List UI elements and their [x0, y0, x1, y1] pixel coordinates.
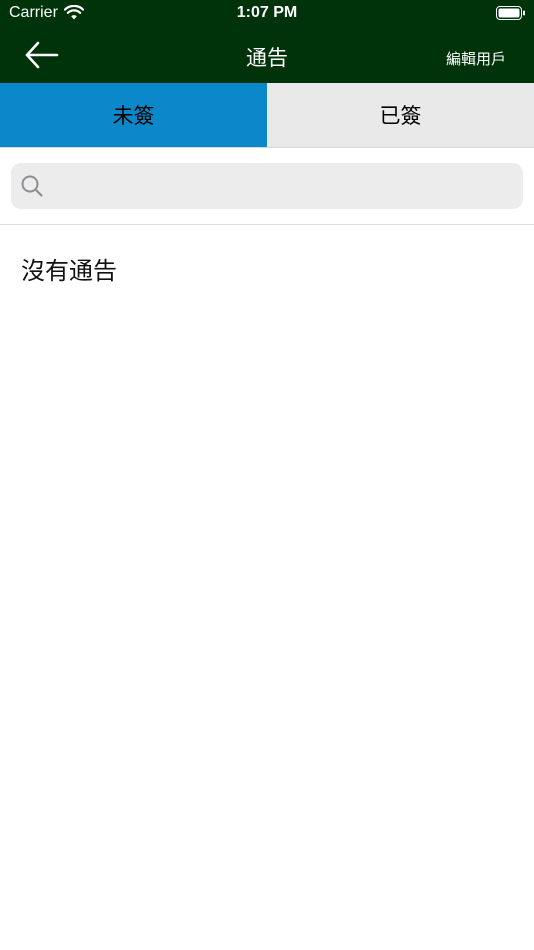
status-bar: Carrier 1:07 PM: [0, 0, 534, 28]
navigation-bar: 通告 編輯用戶: [0, 28, 534, 83]
empty-state-message: 沒有通告: [21, 258, 117, 285]
battery-icon: [496, 6, 525, 20]
search-bar[interactable]: [11, 163, 523, 211]
search-icon: [21, 175, 43, 197]
segment-tabs: 未簽 已簽: [0, 83, 534, 147]
divider: [0, 224, 534, 225]
tab-signed[interactable]: 已簽: [267, 83, 534, 147]
search-input[interactable]: [51, 163, 515, 211]
tab-unsigned[interactable]: 未簽: [0, 83, 267, 147]
status-time: 1:07 PM: [236, 4, 298, 21]
edit-user-button[interactable]: 編輯用戶: [446, 48, 506, 69]
divider: [0, 147, 534, 148]
